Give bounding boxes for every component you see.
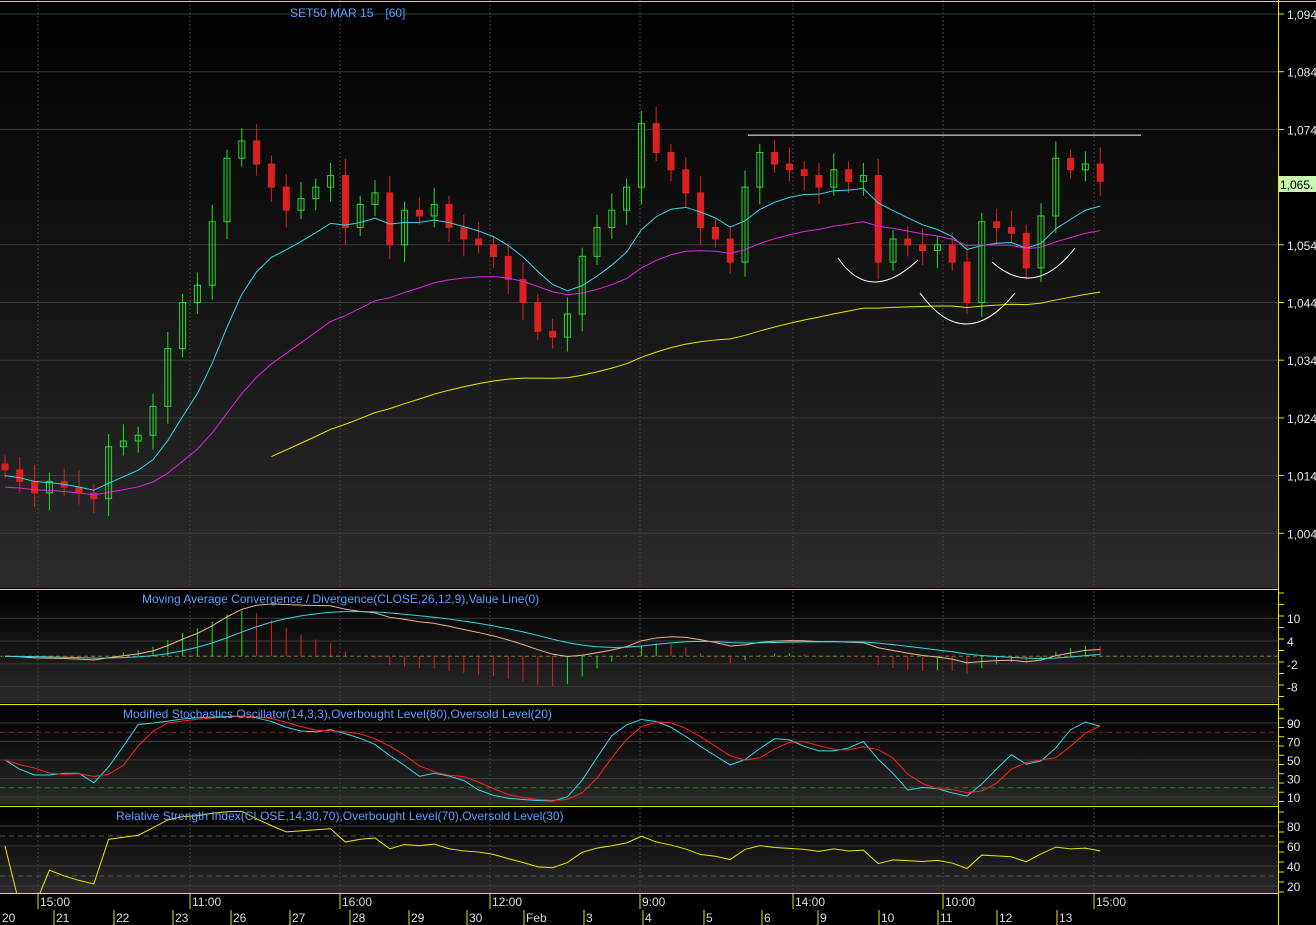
last-price-label: 1,065. <box>1280 178 1313 192</box>
price-tick-label: 1,084 <box>1287 66 1316 80</box>
candle-body <box>253 140 261 165</box>
price-tick-label: 1,004 <box>1287 527 1316 541</box>
macd-tick-label: -2 <box>1287 658 1298 672</box>
price-tick-label: 1,034 <box>1287 354 1316 368</box>
price-tick-label: 1,054 <box>1287 239 1316 253</box>
candle-body <box>1022 232 1030 269</box>
candle-body <box>993 221 1001 228</box>
candle-body <box>1067 157 1075 171</box>
date-label: 20 <box>2 911 16 925</box>
stochastic-tick-label: 30 <box>1287 773 1301 787</box>
candle-body <box>711 226 719 240</box>
candle-body <box>267 163 275 188</box>
macd-tick-label: 10 <box>1287 612 1301 626</box>
date-label: 3 <box>586 911 593 925</box>
macd-title: Moving Average Convergence / Divergence(… <box>142 592 539 606</box>
candle-body <box>652 123 660 153</box>
candle-body <box>504 255 512 280</box>
candle-body <box>282 186 290 211</box>
candle-body <box>800 169 808 177</box>
rsi-tick-label: 80 <box>1287 820 1301 834</box>
candle-body <box>1007 226 1015 234</box>
macd-tick-label: -8 <box>1287 681 1298 695</box>
date-label: 12 <box>999 911 1013 925</box>
date-label: 10 <box>881 911 895 925</box>
candle-body <box>415 209 423 217</box>
date-label: 4 <box>645 911 652 925</box>
rsi-tick-label: 20 <box>1287 880 1301 894</box>
candle-body <box>534 302 542 332</box>
time-label: 16:00 <box>342 895 372 909</box>
rsi-tick-label: 40 <box>1287 860 1301 874</box>
candle-body <box>519 278 527 304</box>
time-label: 15:00 <box>1096 895 1126 909</box>
candle-body <box>386 192 394 246</box>
time-label: 9:00 <box>642 895 666 909</box>
date-label: 21 <box>56 911 70 925</box>
time-label: 12:00 <box>492 895 522 909</box>
price-tick-label: 1,024 <box>1287 412 1316 426</box>
stochastic-tick-label: 90 <box>1287 717 1301 731</box>
candle-body <box>445 203 453 228</box>
candle-body <box>1 463 9 471</box>
date-label: 30 <box>469 911 483 925</box>
date-label: 11 <box>940 911 953 925</box>
candle-body <box>963 261 971 303</box>
price-tick-label: 1,094 <box>1287 8 1316 22</box>
stochastic-title: Modified Stochastics Oscillator(14,3,3),… <box>123 707 552 721</box>
price-tick-label: 1,014 <box>1287 470 1316 484</box>
stochastic-tick-label: 50 <box>1287 754 1301 768</box>
candle-body <box>90 492 98 500</box>
price-tick-label: 1,074 <box>1287 123 1316 137</box>
date-label: 9 <box>820 911 827 925</box>
candle-body <box>1096 163 1104 182</box>
rsi-tick-label: 60 <box>1287 840 1301 854</box>
date-label: 29 <box>411 911 425 925</box>
stochastic-tick-label: 70 <box>1287 736 1301 750</box>
candle-body <box>549 330 557 338</box>
candle-body <box>682 169 690 194</box>
candle-body <box>726 238 734 263</box>
date-label: 5 <box>706 911 713 925</box>
date-label: 27 <box>292 911 306 925</box>
date-label: 26 <box>233 911 247 925</box>
trading-chart[interactable]: 1,094 1,084 1,074 1,054 1,044 1,034 1,024 1,014… <box>0 0 1316 925</box>
time-label: 15:00 <box>40 895 70 909</box>
time-label: 11:00 <box>192 895 221 909</box>
candle-body <box>75 486 83 494</box>
candle-body <box>785 163 793 171</box>
chart-title: SET50 MAR 15 [60] <box>290 6 405 20</box>
candle-body <box>919 244 927 252</box>
candle-body <box>460 226 468 240</box>
candle <box>874 158 882 280</box>
candle-body <box>16 469 24 482</box>
candle-body <box>948 244 956 263</box>
candle-body <box>815 175 823 188</box>
candle-body <box>845 169 853 182</box>
date-label: Feb <box>526 911 547 925</box>
rsi-title: Relative Strength Index(CLOSE,14,30,70),… <box>116 809 564 823</box>
date-label: 13 <box>1059 911 1073 925</box>
candle-body <box>904 238 912 246</box>
candle-body <box>31 480 39 494</box>
last-price-badge: 1,065. <box>1279 176 1316 192</box>
candle-body <box>475 238 483 246</box>
price-tick-label: 1,044 <box>1287 297 1316 311</box>
time-label: 10:00 <box>945 895 975 909</box>
candle-body <box>771 151 779 165</box>
date-label: 22 <box>116 911 130 925</box>
candle-body <box>667 151 675 171</box>
candle-body <box>874 175 882 263</box>
stochastic-tick-label: 10 <box>1287 791 1301 805</box>
candle-body <box>489 244 497 257</box>
candle-body <box>341 175 349 228</box>
candle-body <box>697 192 705 228</box>
macd-tick-label: 4 <box>1287 635 1294 649</box>
date-label: 6 <box>764 911 771 925</box>
date-label: 28 <box>352 911 366 925</box>
time-label: 14:00 <box>795 895 825 909</box>
date-label: 23 <box>175 911 189 925</box>
